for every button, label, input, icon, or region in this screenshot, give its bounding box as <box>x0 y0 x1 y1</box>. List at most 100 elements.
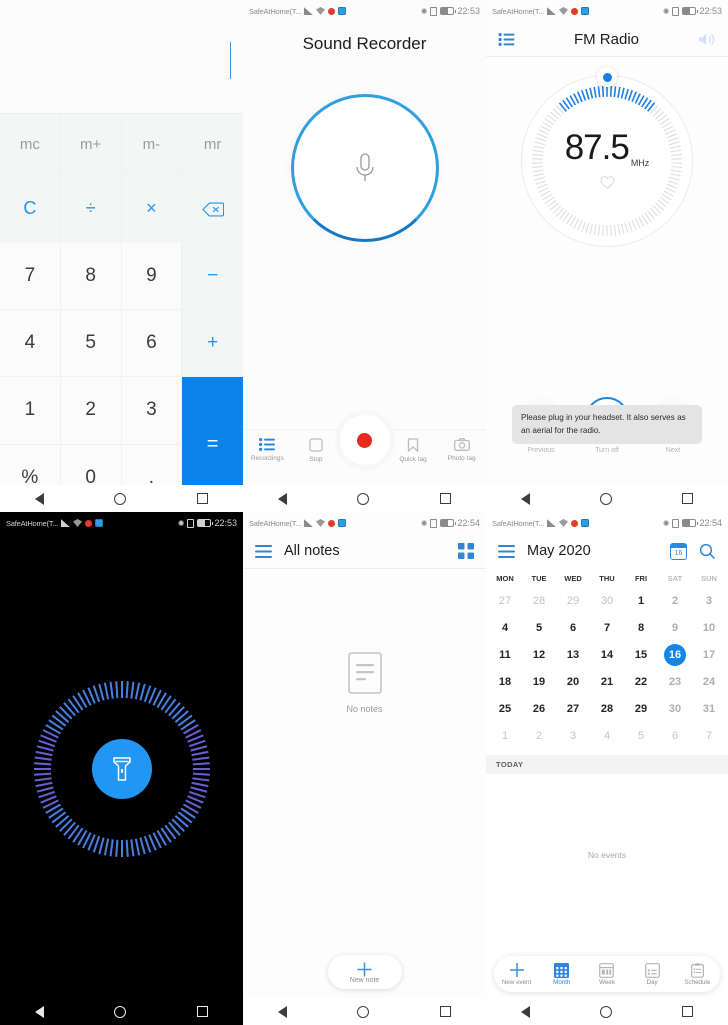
calendar-day-cell[interactable]: 17 <box>692 641 726 668</box>
recents-button[interactable] <box>439 1006 451 1017</box>
calendar-day-cell[interactable]: 3 <box>692 587 726 614</box>
calendar-day-cell[interactable]: 5 <box>522 614 556 641</box>
key-9[interactable]: 9 <box>121 242 183 310</box>
home-button[interactable] <box>600 1005 612 1018</box>
hamburger-icon[interactable] <box>498 544 515 558</box>
key-3[interactable]: 3 <box>121 377 183 445</box>
key-backspace[interactable] <box>182 175 243 243</box>
flashlight-toggle-button[interactable] <box>91 738 152 799</box>
calendar-day-cell[interactable]: 14 <box>590 641 624 668</box>
key-m-minus[interactable]: m- <box>121 114 183 175</box>
view-schedule-button[interactable]: Schedule <box>676 962 718 986</box>
calendar-day-cell[interactable]: 1 <box>488 722 522 749</box>
tuner-dial[interactable]: 87.5 MHz <box>521 67 693 247</box>
calendar-day-cell[interactable]: 16 <box>658 641 692 668</box>
calendar-day-cell[interactable]: 24 <box>692 668 726 695</box>
new-note-button[interactable]: New note <box>327 955 402 989</box>
speaker-icon[interactable] <box>698 32 716 47</box>
record-button[interactable] <box>339 415 390 465</box>
key-minus[interactable]: − <box>182 242 243 310</box>
toolbar-photo-tag[interactable]: Photo tag <box>439 438 485 462</box>
calendar-day-cell[interactable]: 28 <box>522 587 556 614</box>
calendar-day-cell[interactable]: 9 <box>658 614 692 641</box>
key-divide[interactable]: ÷ <box>60 175 122 243</box>
recents-button[interactable] <box>196 493 208 504</box>
key-1[interactable]: 1 <box>0 377 61 445</box>
key-clear[interactable]: C <box>0 175 61 243</box>
key-mc[interactable]: mc <box>0 114 61 175</box>
view-month-button[interactable]: Month <box>541 962 583 986</box>
key-7[interactable]: 7 <box>0 242 61 310</box>
calendar-day-cell[interactable]: 31 <box>692 695 726 722</box>
hamburger-icon[interactable] <box>255 544 272 558</box>
view-day-button[interactable]: Day <box>631 963 673 986</box>
calendar-day-cell[interactable]: 4 <box>590 722 624 749</box>
calendar-day-cell[interactable]: 19 <box>522 668 556 695</box>
calendar-day-cell[interactable]: 30 <box>590 587 624 614</box>
back-button[interactable] <box>521 1005 530 1018</box>
grid-view-icon[interactable] <box>458 543 474 559</box>
back-button[interactable] <box>278 492 288 505</box>
calendar-day-cell[interactable]: 27 <box>488 587 522 614</box>
calendar-day-cell[interactable]: 21 <box>590 668 624 695</box>
calendar-day-cell[interactable]: 7 <box>590 614 624 641</box>
back-button[interactable] <box>35 492 45 505</box>
back-button[interactable] <box>278 1005 288 1018</box>
recents-button[interactable] <box>196 1006 208 1017</box>
toolbar-recordings[interactable]: Recordings <box>244 438 290 462</box>
new-event-button[interactable]: New event <box>496 962 538 986</box>
calendar-day-cell[interactable]: 6 <box>556 614 590 641</box>
calendar-badge-icon[interactable]: 16 <box>670 542 687 560</box>
calendar-day-cell[interactable]: 20 <box>556 668 590 695</box>
calendar-day-cell[interactable]: 13 <box>556 641 590 668</box>
tuner-knob[interactable] <box>597 67 617 87</box>
calendar-day-cell[interactable]: 29 <box>556 587 590 614</box>
list-icon[interactable] <box>498 32 515 46</box>
home-button[interactable] <box>357 492 370 505</box>
key-m-plus[interactable]: m+ <box>60 114 122 175</box>
back-button[interactable] <box>35 1005 45 1018</box>
calendar-day-cell[interactable]: 28 <box>590 695 624 722</box>
key-6[interactable]: 6 <box>121 309 183 378</box>
calendar-day-cell[interactable]: 10 <box>692 614 726 641</box>
view-week-button[interactable]: Week <box>586 962 628 986</box>
calendar-day-cell[interactable]: 18 <box>488 668 522 695</box>
calendar-day-cell[interactable]: 4 <box>488 614 522 641</box>
calendar-day-cell[interactable]: 11 <box>488 641 522 668</box>
calculator-display[interactable] <box>0 0 243 113</box>
recents-button[interactable] <box>682 1006 693 1017</box>
calendar-day-cell[interactable]: 3 <box>556 722 590 749</box>
calendar-day-cell[interactable]: 2 <box>522 722 556 749</box>
key-2[interactable]: 2 <box>60 377 122 445</box>
calendar-day-cell[interactable]: 2 <box>658 587 692 614</box>
search-icon[interactable] <box>699 543 716 560</box>
calendar-day-cell[interactable]: 6 <box>658 722 692 749</box>
calendar-day-cell[interactable]: 25 <box>488 695 522 722</box>
key-mr[interactable]: mr <box>182 114 243 175</box>
home-button[interactable] <box>357 1005 370 1018</box>
calendar-day-cell[interactable]: 8 <box>624 614 658 641</box>
calendar-day-cell[interactable]: 30 <box>658 695 692 722</box>
calendar-day-cell[interactable]: 7 <box>692 722 726 749</box>
key-multiply[interactable]: × <box>121 175 183 243</box>
toolbar-quick-tag[interactable]: Quick tag <box>390 438 436 463</box>
key-plus[interactable]: + <box>182 309 243 378</box>
calendar-day-cell[interactable]: 1 <box>624 587 658 614</box>
toolbar-stop[interactable]: Stop <box>293 438 339 463</box>
calendar-day-cell[interactable]: 12 <box>522 641 556 668</box>
home-button[interactable] <box>114 492 127 505</box>
calendar-day-cell[interactable]: 22 <box>624 668 658 695</box>
calendar-day-cell[interactable]: 15 <box>624 641 658 668</box>
key-8[interactable]: 8 <box>60 242 122 310</box>
home-button[interactable] <box>600 492 612 505</box>
home-button[interactable] <box>114 1005 127 1018</box>
calendar-day-cell[interactable]: 27 <box>556 695 590 722</box>
calendar-day-cell[interactable]: 23 <box>658 668 692 695</box>
recents-button[interactable] <box>682 493 693 504</box>
back-button[interactable] <box>521 492 530 505</box>
calendar-day-cell[interactable]: 26 <box>522 695 556 722</box>
recents-button[interactable] <box>439 493 451 504</box>
calendar-day-cell[interactable]: 5 <box>624 722 658 749</box>
key-5[interactable]: 5 <box>60 309 122 378</box>
calendar-day-cell[interactable]: 29 <box>624 695 658 722</box>
